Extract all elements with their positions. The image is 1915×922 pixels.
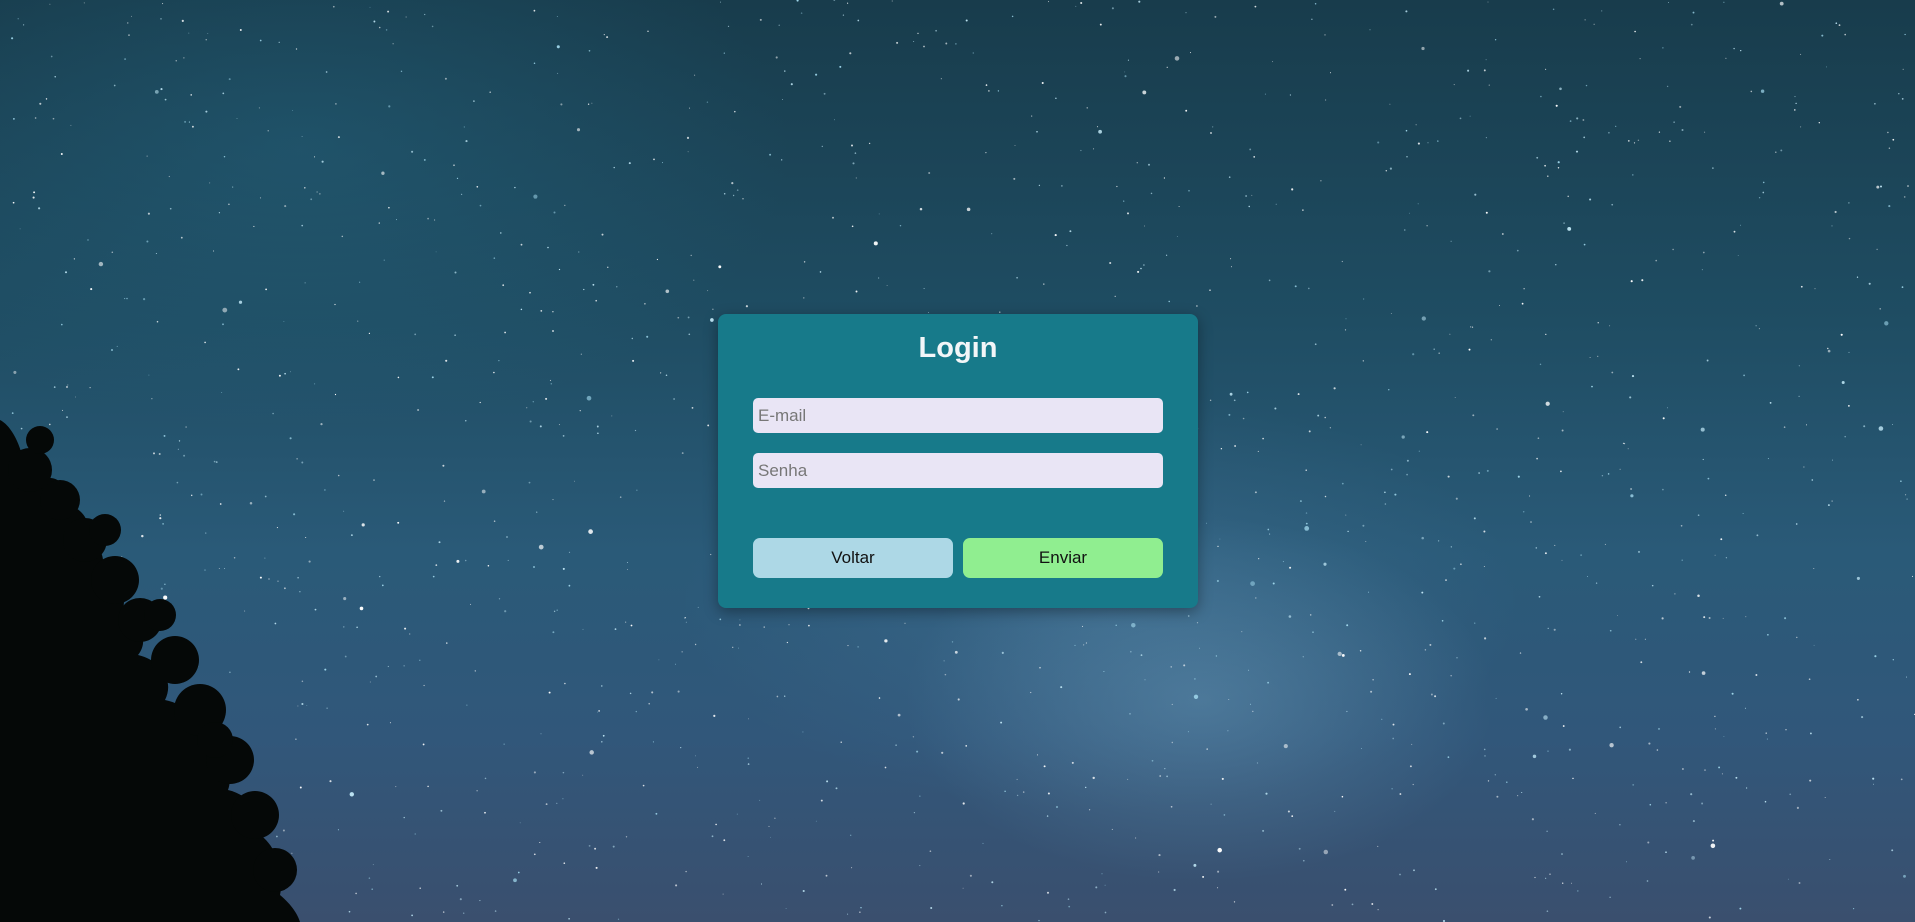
login-title: Login [918,332,998,364]
password-field[interactable] [753,453,1163,488]
login-card: Login Voltar Enviar [718,314,1198,608]
back-button[interactable]: Voltar [753,538,953,578]
email-field[interactable] [753,398,1163,433]
submit-button[interactable]: Enviar [963,538,1163,578]
